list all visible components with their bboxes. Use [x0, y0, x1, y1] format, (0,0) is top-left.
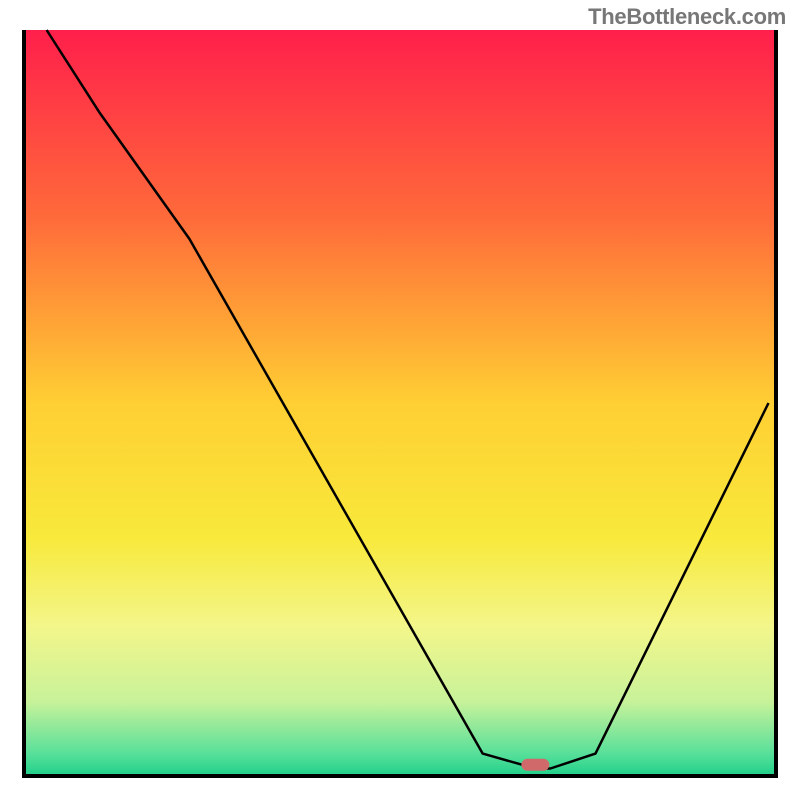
watermark-text: TheBottleneck.com [588, 4, 786, 30]
chart-container: TheBottleneck.com [0, 0, 800, 800]
gradient-background [24, 30, 776, 776]
bottleneck-chart [0, 0, 800, 800]
optimal-marker [521, 759, 549, 771]
